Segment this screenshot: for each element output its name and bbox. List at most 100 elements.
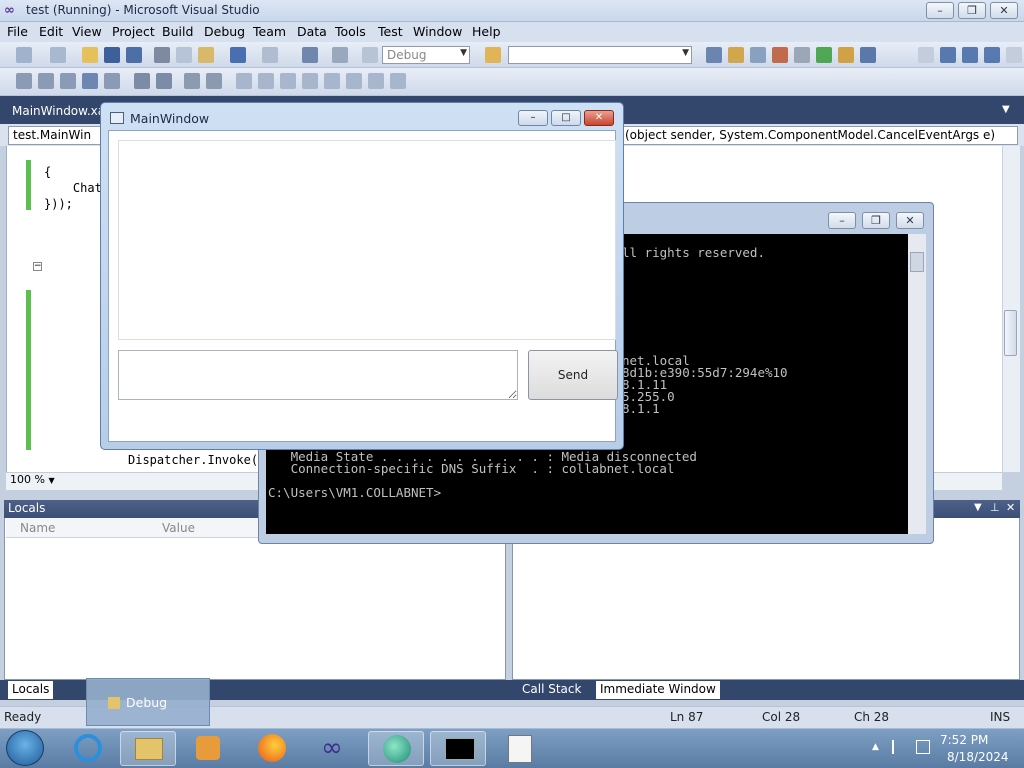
- send-button[interactable]: Send: [528, 350, 618, 400]
- mainwindow-maximize-button[interactable]: □: [551, 110, 581, 126]
- taskbar-command-prompt[interactable]: [430, 731, 486, 766]
- console-vertical-scrollbar[interactable]: [908, 234, 926, 534]
- find-combo[interactable]: ▼: [508, 46, 692, 64]
- menu-view[interactable]: View: [72, 24, 102, 39]
- open-folder-icon[interactable]: [82, 47, 98, 63]
- taskbar-internet-explorer[interactable]: [60, 731, 116, 766]
- clear-bookmarks-icon[interactable]: [390, 73, 406, 89]
- mainwindow-minimize-button[interactable]: –: [518, 110, 548, 126]
- vs-minimize-button[interactable]: –: [926, 2, 954, 19]
- console-scroll-thumb[interactable]: [910, 252, 924, 272]
- start-debugging-icon[interactable]: [362, 47, 378, 63]
- taskbar-visual-studio[interactable]: ∞: [304, 731, 360, 766]
- chat-history-box[interactable]: [118, 140, 616, 340]
- navigate-forward-icon[interactable]: [332, 47, 348, 63]
- restart-icon[interactable]: [984, 47, 1000, 63]
- solution-explorer-icon[interactable]: [706, 47, 722, 63]
- comment-lines-icon[interactable]: [184, 73, 200, 89]
- previous-bookmark-icon[interactable]: [258, 73, 274, 89]
- previous-bookmark-folder-icon[interactable]: [302, 73, 318, 89]
- pane-menu-icon[interactable]: ▼: [974, 502, 982, 513]
- close-pane-icon[interactable]: ✕: [1006, 501, 1015, 514]
- properties-icon[interactable]: [728, 47, 744, 63]
- console-restore-button[interactable]: ❐: [862, 212, 890, 229]
- next-bookmark-document-icon[interactable]: [368, 73, 384, 89]
- taskbar-app-teal[interactable]: [368, 731, 424, 766]
- paste-icon[interactable]: [198, 47, 214, 63]
- menu-build[interactable]: Build: [162, 24, 193, 39]
- extension-manager-icon[interactable]: [816, 47, 832, 63]
- add-item-icon[interactable]: [50, 47, 66, 63]
- menu-data[interactable]: Data: [297, 24, 327, 39]
- menu-window[interactable]: Window: [413, 24, 462, 39]
- editor-vertical-scrollbar[interactable]: [1002, 146, 1020, 472]
- break-all-icon[interactable]: [940, 47, 956, 63]
- network-icon[interactable]: [916, 740, 930, 754]
- bookmark-icon[interactable]: [236, 73, 252, 89]
- tab-dropdown-icon[interactable]: ▼: [1002, 104, 1010, 115]
- object-browser-icon[interactable]: [750, 47, 766, 63]
- mainwindow-close-button[interactable]: ✕: [584, 110, 614, 126]
- undo-icon[interactable]: [230, 47, 246, 63]
- console-minimize-button[interactable]: –: [828, 212, 856, 229]
- tab-immediate-window[interactable]: Immediate Window: [596, 681, 720, 699]
- tab-locals[interactable]: Locals: [8, 681, 54, 699]
- taskbar-running-app[interactable]: [492, 731, 548, 766]
- pin-icon[interactable]: ⊥: [990, 501, 1000, 514]
- navigate-backward-icon[interactable]: [302, 47, 318, 63]
- vs-close-button[interactable]: ✕: [990, 2, 1018, 19]
- other-windows-icon[interactable]: [860, 47, 876, 63]
- taskbar-media-player[interactable]: [180, 731, 236, 766]
- cut-icon[interactable]: [154, 47, 170, 63]
- solution-configuration-combo[interactable]: Debug ▼: [382, 46, 470, 64]
- save-all-icon[interactable]: [126, 47, 142, 63]
- clock-date[interactable]: 8/18/2024: [947, 750, 1009, 764]
- flag-icon[interactable]: [892, 740, 906, 754]
- toolbox-icon[interactable]: [772, 47, 788, 63]
- decrease-indent-icon[interactable]: [134, 73, 150, 89]
- menu-project[interactable]: Project: [112, 24, 155, 39]
- increase-indent-icon[interactable]: [156, 73, 172, 89]
- type-combo[interactable]: test.MainWin: [8, 126, 108, 145]
- menu-team[interactable]: Team: [253, 24, 286, 39]
- menu-test[interactable]: Test: [378, 24, 403, 39]
- taskbar-firefox[interactable]: [244, 731, 300, 766]
- menu-help[interactable]: Help: [472, 24, 501, 39]
- menu-tools[interactable]: Tools: [335, 24, 366, 39]
- clock-time[interactable]: 7:52 PM: [940, 733, 988, 747]
- save-icon[interactable]: [104, 47, 120, 63]
- zoom-combo[interactable]: 100 % ▼: [8, 473, 64, 488]
- collapse-region-icon[interactable]: −: [33, 262, 42, 271]
- tools-icon[interactable]: [794, 47, 810, 63]
- console-close-button[interactable]: ✕: [896, 212, 924, 229]
- menu-debug[interactable]: Debug: [204, 24, 245, 39]
- show-hidden-icons-icon[interactable]: ▲: [872, 742, 879, 752]
- taskbar-explorer[interactable]: [120, 731, 176, 766]
- show-next-statement-icon[interactable]: [1006, 47, 1022, 63]
- redo-icon[interactable]: [262, 47, 278, 63]
- team-explorer-icon[interactable]: [838, 47, 854, 63]
- tab-mainwindow-xaml[interactable]: MainWindow.xar: [8, 102, 114, 122]
- menu-file[interactable]: File: [7, 24, 28, 39]
- message-input[interactable]: [118, 350, 518, 400]
- column-name[interactable]: Name: [20, 521, 55, 535]
- new-project-icon[interactable]: [16, 47, 32, 63]
- vs-restore-button[interactable]: ❐: [958, 2, 986, 19]
- member-combo[interactable]: (object sender, System.ComponentModel.Ca…: [620, 126, 1018, 145]
- stop-debugging-icon[interactable]: [962, 47, 978, 63]
- previous-bookmark-document-icon[interactable]: [346, 73, 362, 89]
- display-word-icon[interactable]: [104, 73, 120, 89]
- tab-call-stack[interactable]: Call Stack: [518, 681, 585, 699]
- find-in-files-icon[interactable]: [485, 47, 501, 63]
- word-completion-icon[interactable]: [82, 73, 98, 89]
- quick-info-icon[interactable]: [60, 73, 76, 89]
- copy-icon[interactable]: [176, 47, 192, 63]
- editor-scroll-thumb[interactable]: [1004, 310, 1017, 356]
- continue-icon[interactable]: [918, 47, 934, 63]
- member-list-icon[interactable]: [16, 73, 32, 89]
- start-button[interactable]: [6, 730, 44, 766]
- menu-edit[interactable]: Edit: [39, 24, 63, 39]
- column-value[interactable]: Value: [162, 521, 195, 535]
- next-bookmark-folder-icon[interactable]: [324, 73, 340, 89]
- next-bookmark-icon[interactable]: [280, 73, 296, 89]
